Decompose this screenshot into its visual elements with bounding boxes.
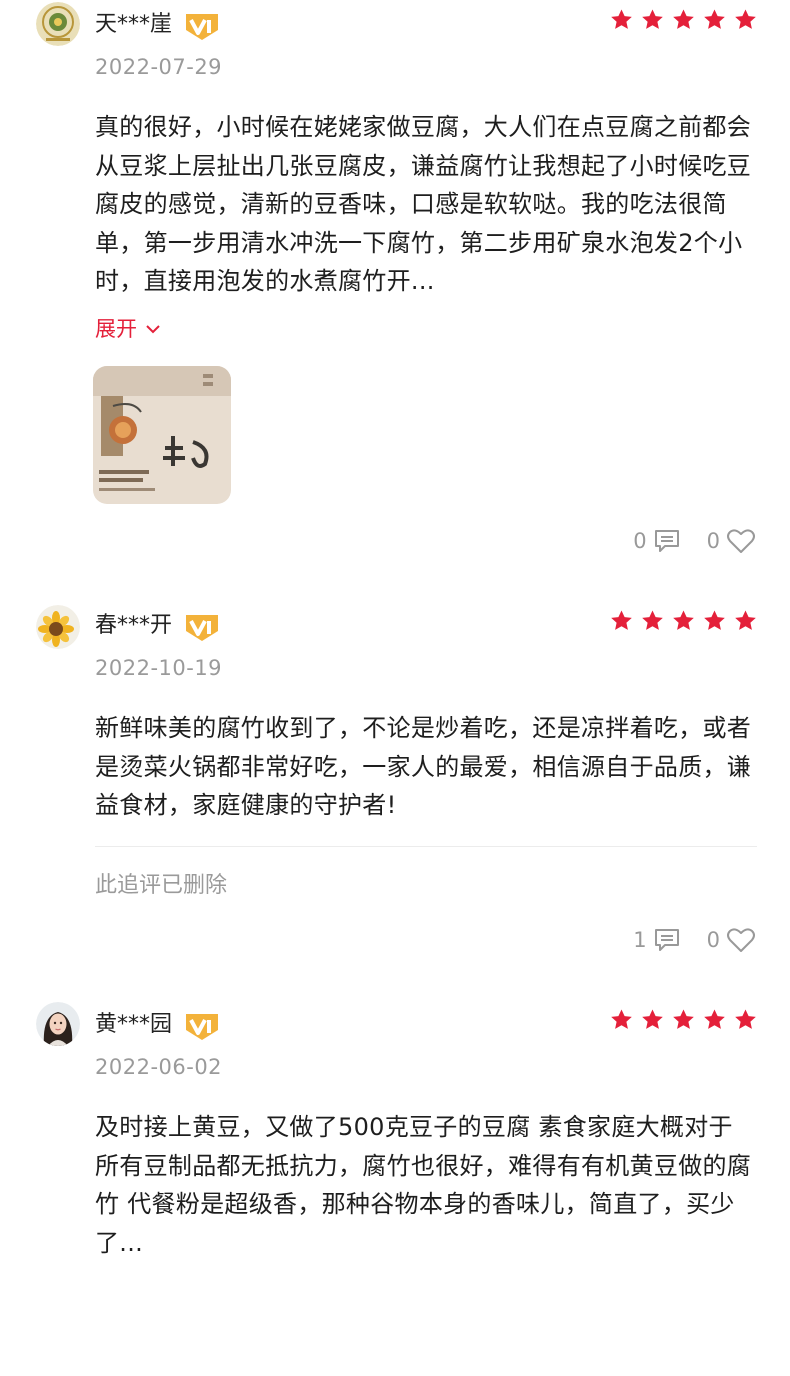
rating-stars (609, 8, 758, 32)
like-count: 0 (706, 928, 720, 952)
heart-icon (727, 928, 755, 952)
review-text: 及时接上黄豆，又做了500克豆子的豆腐 素食家庭大概对于所有豆制品都无抵抗力，腐… (95, 1113, 752, 1257)
username: 春***开 (95, 613, 173, 638)
comment-icon (654, 530, 679, 552)
star-icon (704, 1009, 725, 1029)
comment-icon (654, 929, 679, 951)
review-item: 黄***园 2022-06-02 及时接上黄豆，又做了500克豆子的豆腐 素食家… (0, 1002, 790, 1302)
star-icon (673, 9, 694, 29)
vip-badge-icon (182, 609, 222, 643)
star-icon (611, 1009, 632, 1029)
avatar[interactable] (36, 2, 80, 46)
divider (95, 846, 757, 847)
star-icon (611, 9, 632, 29)
star-icon (704, 9, 725, 29)
avatar[interactable] (36, 1002, 80, 1046)
vip-badge-icon (182, 1008, 222, 1042)
review-item: 天***崖 2022-07-29 真的很好，小时候在姥姥家做豆腐，大人们在点豆腐… (0, 2, 790, 562)
avatar[interactable] (36, 605, 80, 649)
like-button[interactable]: 0 (707, 528, 756, 554)
comment-button[interactable]: 0 (633, 528, 680, 554)
vip-badge-icon (182, 8, 222, 42)
review-date: 2022-07-29 (95, 55, 223, 79)
expand-button[interactable]: 展开 (95, 316, 161, 342)
username: 黄***园 (95, 1012, 173, 1037)
review-text: 真的很好，小时候在姥姥家做豆腐，大人们在点豆腐之前都会从豆浆上层扯出几张豆腐皮，… (95, 113, 752, 295)
star-icon (735, 1009, 756, 1029)
like-button[interactable]: 0 (707, 927, 756, 953)
star-icon (642, 9, 663, 29)
review-date: 2022-10-19 (95, 656, 223, 680)
star-icon (735, 610, 756, 630)
review-photo[interactable] (93, 366, 231, 504)
review-item: 春***开 2022-10-19 新鲜味美的腐竹收到了，不论是炒着吃，还是凉拌着… (0, 603, 790, 963)
review-actions: 0 0 (633, 528, 756, 554)
review-text: 新鲜味美的腐竹收到了，不论是炒着吃，还是凉拌着吃，或者是烫菜火锅都非常好吃，一家… (95, 714, 752, 819)
username: 天***崖 (95, 12, 173, 37)
rating-stars (609, 609, 758, 633)
star-icon (611, 610, 632, 630)
expand-label: 展开 (95, 317, 137, 341)
star-icon (642, 1009, 663, 1029)
star-icon (673, 610, 694, 630)
chevron-down-icon (146, 325, 160, 334)
star-icon (642, 610, 663, 630)
star-icon (673, 1009, 694, 1029)
star-icon (735, 9, 756, 29)
star-icon (704, 610, 725, 630)
comment-count: 1 (633, 928, 647, 952)
like-count: 0 (706, 529, 720, 553)
rating-stars (609, 1008, 758, 1032)
heart-icon (727, 529, 755, 553)
review-actions: 1 0 (633, 927, 756, 953)
followup-status: 此追评已删除 (95, 873, 228, 898)
comment-count: 0 (633, 529, 647, 553)
comment-button[interactable]: 1 (633, 927, 680, 953)
review-date: 2022-06-02 (95, 1055, 223, 1079)
